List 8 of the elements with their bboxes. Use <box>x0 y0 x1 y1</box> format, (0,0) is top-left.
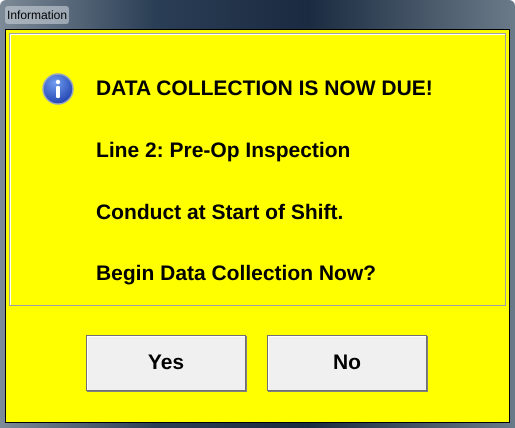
info-icon <box>42 72 74 105</box>
window-title: Information <box>5 6 70 24</box>
no-button[interactable]: No <box>267 334 427 390</box>
message-text: Conduct at Start of Shift. <box>96 200 344 226</box>
message-text: Begin Data Collection Now? <box>96 261 376 288</box>
message-text: DATA COLLECTION IS NOW DUE! <box>96 76 433 102</box>
yes-button[interactable]: Yes <box>86 334 246 390</box>
message-text: Line 2: Pre-Op Inspection <box>96 138 350 164</box>
